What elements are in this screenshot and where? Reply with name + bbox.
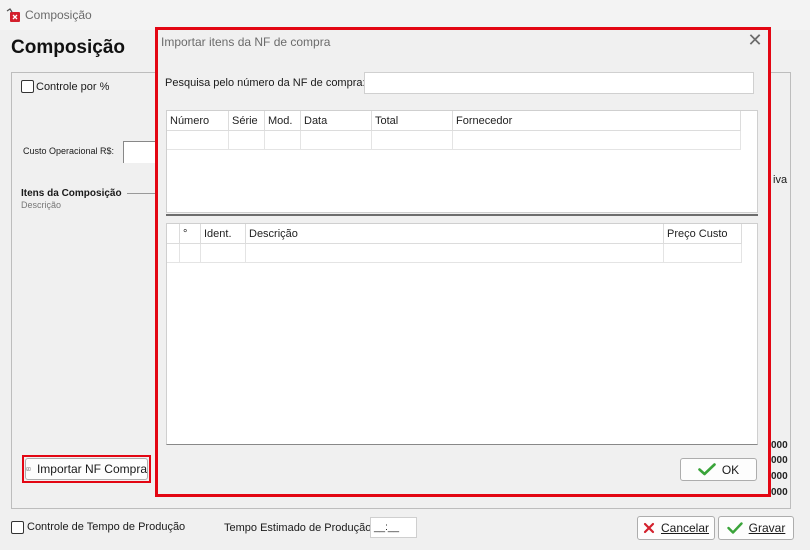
items-col-descricao[interactable]: Descrição xyxy=(246,224,664,244)
search-nf-label: Pesquisa pelo número da NF de compra: xyxy=(165,77,366,89)
nf-grid-empty-row[interactable] xyxy=(167,131,741,150)
tempo-estimado-input[interactable]: __:__ xyxy=(370,517,417,538)
right-value-2: 000 xyxy=(771,455,788,466)
cancelar-button[interactable]: Cancelar xyxy=(637,516,715,540)
gravar-button[interactable]: Gravar xyxy=(718,516,794,540)
items-grid[interactable]: ° Ident. Descrição Preço Custo xyxy=(166,223,758,445)
dialog-close-icon[interactable]: ✕ xyxy=(745,30,765,50)
ok-button[interactable]: OK xyxy=(680,458,757,481)
items-grid-empty-row[interactable] xyxy=(167,244,742,263)
right-value-4: 000 xyxy=(771,487,788,498)
nf-col-serie[interactable]: Série xyxy=(229,111,265,131)
ok-check-icon xyxy=(698,463,716,476)
importar-button-label: Importar NF Compra xyxy=(36,462,147,476)
window-title: Composição xyxy=(25,8,92,22)
controle-percent-label: Controle por % xyxy=(36,81,110,93)
nf-col-numero[interactable]: Número xyxy=(167,111,229,131)
search-nf-input[interactable] xyxy=(364,72,754,94)
custo-operacional-label: Custo Operacional R$: xyxy=(23,146,115,156)
items-grid-header: ° Ident. Descrição Preço Custo xyxy=(167,224,742,244)
controle-percent-checkbox[interactable] xyxy=(21,80,34,93)
nf-grid-header: Número Série Mod. Data Total Fornecedor xyxy=(167,111,741,131)
grid-splitter[interactable] xyxy=(166,214,758,216)
import-icon xyxy=(26,467,31,471)
page-title: Composição xyxy=(11,37,126,58)
tempo-estimado-label: Tempo Estimado de Produção xyxy=(224,522,372,534)
descricao-column-label: Descrição xyxy=(21,200,62,210)
nf-col-data[interactable]: Data xyxy=(301,111,372,131)
right-value-3: 000 xyxy=(771,471,788,482)
items-col-ident[interactable]: Ident. xyxy=(201,224,246,244)
dialog-title: Importar itens da NF de compra xyxy=(161,35,331,49)
controle-tempo-checkbox[interactable] xyxy=(11,521,24,534)
controle-tempo-label: Controle de Tempo de Produção xyxy=(27,521,186,533)
right-edge-text: iva xyxy=(773,174,788,186)
app-icon xyxy=(6,8,20,22)
itens-composicao-label: Itens da Composição xyxy=(21,188,122,199)
ok-label: OK xyxy=(721,462,740,477)
items-col-preco-custo[interactable]: Preço Custo xyxy=(664,224,742,244)
window-titlebar: Composição xyxy=(0,0,810,30)
cancel-x-icon xyxy=(643,522,655,534)
nf-grid[interactable]: Número Série Mod. Data Total Fornecedor xyxy=(166,110,758,213)
check-icon xyxy=(726,522,743,534)
nf-col-total[interactable]: Total xyxy=(372,111,453,131)
nf-col-fornecedor[interactable]: Fornecedor xyxy=(453,111,741,131)
cancelar-label: Cancelar xyxy=(660,521,710,535)
items-col-indicator xyxy=(167,224,180,244)
nf-col-mod[interactable]: Mod. xyxy=(265,111,301,131)
items-col-grau[interactable]: ° xyxy=(180,224,201,244)
importar-nf-compra-button[interactable]: Importar NF Compra xyxy=(25,458,148,480)
gravar-label: Gravar xyxy=(748,521,786,535)
right-value-1: 000 xyxy=(771,440,788,451)
